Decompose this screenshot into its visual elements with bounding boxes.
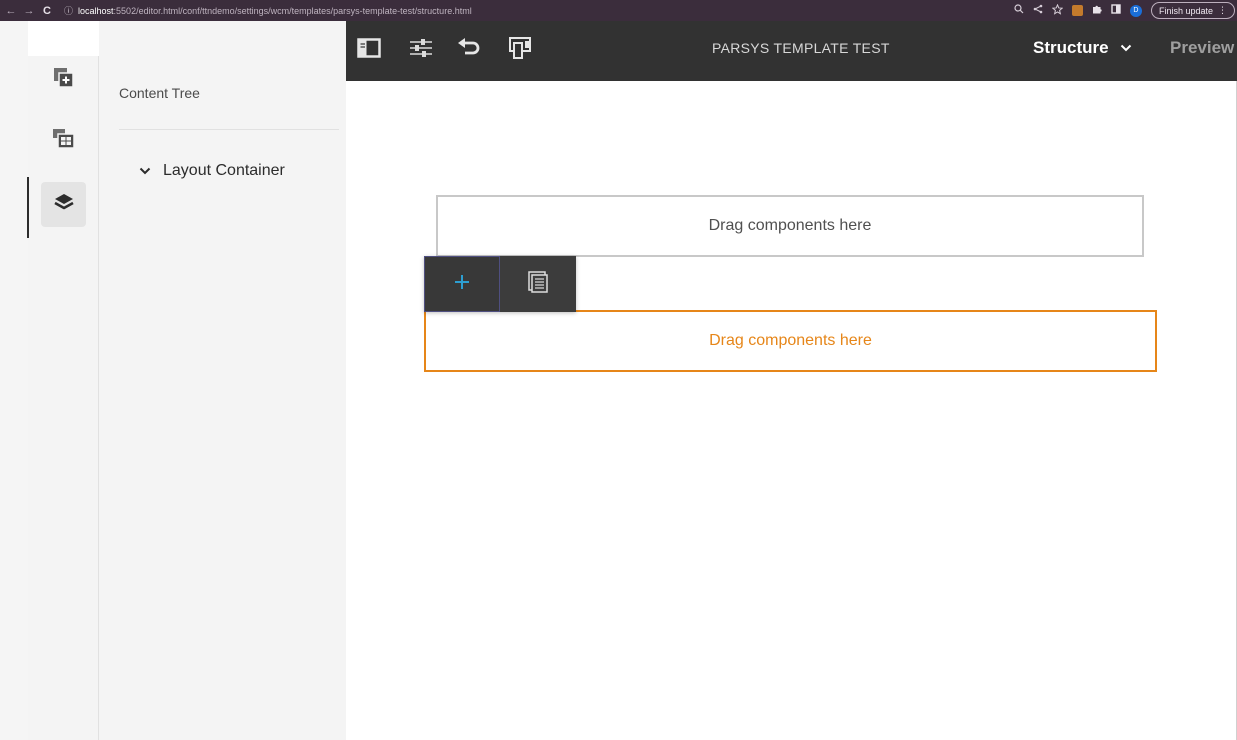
rail-gutter — [0, 21, 28, 740]
puzzle-icon[interactable] — [1092, 4, 1102, 17]
site-info-icon[interactable]: ⓘ — [64, 4, 73, 17]
share-icon[interactable] — [1033, 4, 1043, 17]
page-properties-button[interactable] — [406, 35, 436, 65]
components-tab[interactable] — [41, 58, 86, 103]
url-host: localhost — [78, 5, 114, 16]
dropzone-selected[interactable]: Drag components here — [424, 310, 1157, 372]
components-icon — [53, 67, 75, 94]
insert-component-button[interactable] — [424, 256, 500, 312]
dropzone[interactable]: Drag components here — [436, 195, 1144, 257]
content-tree-panel: Content Tree Layout Container — [99, 21, 346, 740]
profile-avatar[interactable]: D — [1129, 4, 1142, 17]
preview-button[interactable]: Preview — [1170, 38, 1234, 58]
mode-label: Structure — [1033, 38, 1109, 57]
undo-icon — [457, 37, 481, 63]
editor-canvas: Drag components here Drag components her… — [346, 81, 1237, 740]
side-panel-icon — [357, 37, 381, 63]
back-icon[interactable]: ← — [4, 5, 18, 17]
bookmark-star-icon[interactable] — [1051, 3, 1064, 18]
undo-button[interactable] — [454, 35, 484, 65]
device-icon — [508, 36, 532, 65]
extension-icon[interactable] — [1071, 5, 1083, 16]
tree-item-label: Layout Container — [163, 162, 285, 179]
sliders-icon — [409, 38, 433, 63]
assets-tab[interactable] — [41, 119, 86, 164]
mode-selector[interactable]: Structure — [1033, 38, 1132, 58]
editor-toolbar: PARSYS TEMPLATE TEST Structure Preview — [346, 21, 1237, 81]
toggle-side-panel-button[interactable] — [354, 35, 384, 65]
side-panel-icon[interactable] — [1111, 4, 1121, 17]
panel-divider — [119, 129, 339, 130]
zoom-icon[interactable] — [1014, 4, 1024, 17]
rail-top-gap — [28, 21, 99, 56]
menu-icon: ⋮ — [1218, 5, 1227, 15]
browser-toolbar: ← → C ⓘ localhost:5502/editor.html/conf/… — [0, 0, 1237, 21]
chevron-down-icon — [1120, 44, 1132, 52]
finish-update-button[interactable]: Finish update ⋮ — [1150, 2, 1235, 19]
tree-item-layout-container[interactable]: Layout Container — [139, 162, 285, 180]
page-title: PARSYS TEMPLATE TEST — [712, 40, 890, 56]
parent-icon — [527, 270, 549, 298]
layers-icon — [53, 192, 74, 217]
chevron-down-icon[interactable] — [139, 167, 151, 175]
active-tab-indicator — [27, 177, 29, 238]
forward-icon[interactable]: → — [22, 5, 36, 17]
emulator-button[interactable] — [505, 35, 535, 65]
url-path: :5502/editor.html/conf/ttndemo/settings/… — [113, 5, 472, 16]
panel-title: Content Tree — [119, 85, 200, 101]
side-rail — [28, 56, 99, 740]
finish-update-label: Finish update — [1158, 5, 1213, 16]
address-bar[interactable]: ⓘ localhost:5502/editor.html/conf/ttndem… — [64, 3, 472, 19]
plus-icon — [453, 273, 471, 296]
component-toolbar — [424, 256, 576, 312]
browser-actions: D Finish update ⋮ — [1014, 1, 1235, 20]
content-tree-tab[interactable] — [41, 182, 86, 227]
reload-icon[interactable]: C — [40, 5, 54, 17]
select-parent-button[interactable] — [500, 256, 576, 312]
assets-icon — [52, 128, 76, 155]
